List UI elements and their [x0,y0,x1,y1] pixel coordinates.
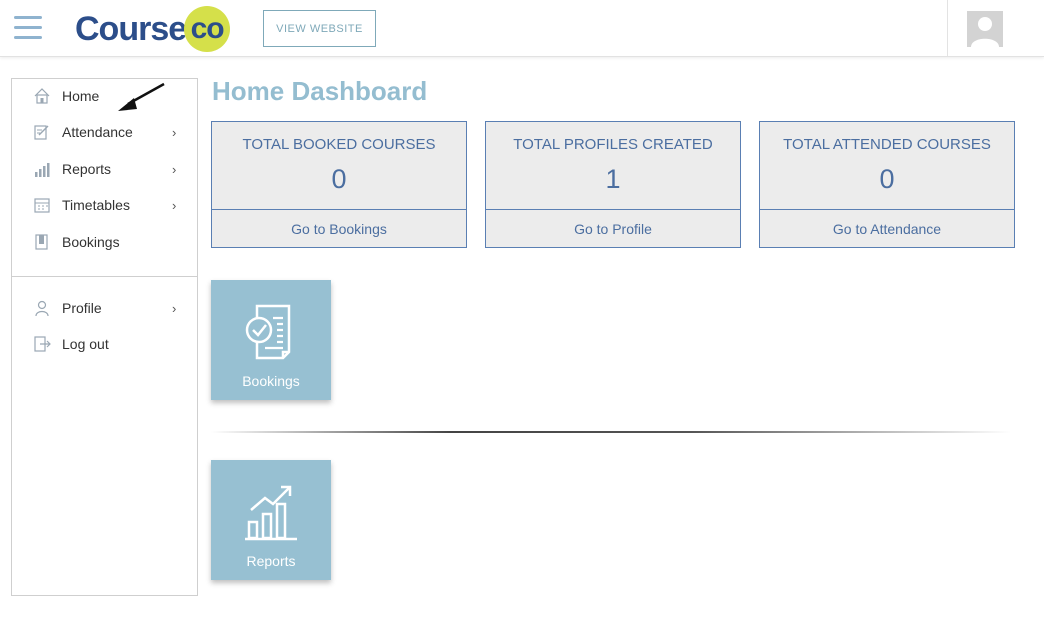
reports-icon [35,163,50,177]
top-header: Course co VIEW WEBSITE [0,0,1044,57]
go-to-profile-link[interactable]: Go to Profile [486,210,740,247]
tile-label: Bookings [242,373,300,389]
stat-card-attended-courses: TOTAL ATTENDED COURSES 0 Go to Attendanc… [759,121,1015,248]
stat-card-profiles-created: TOTAL PROFILES CREATED 1 Go to Profile [485,121,741,248]
sidebar-item-profile[interactable]: Profile › [12,293,197,323]
sidebar-item-timetables[interactable]: Timetables › [12,190,197,220]
stat-value: 1 [605,164,621,194]
sidebar-item-reports[interactable]: Reports › [12,154,197,184]
bookings-icon [35,234,48,250]
sidebar-item-label: Log out [62,336,109,352]
chevron-right-icon: › [172,124,177,140]
logo-text: Course [75,9,187,48]
reports-tile[interactable]: Reports [211,460,331,580]
sidebar-item-label: Home [62,88,100,104]
reports-chart-icon [245,485,297,541]
sidebar-item-label: Reports [62,161,112,177]
bookings-tile[interactable]: Bookings [211,280,331,400]
go-to-bookings-link[interactable]: Go to Bookings [212,210,466,247]
sidebar-item-bookings[interactable]: Bookings [12,227,197,257]
chevron-right-icon: › [172,300,177,316]
section-divider [211,431,1011,433]
home-icon [34,88,50,104]
bookings-document-icon [245,304,291,360]
sidebar-item-label: Bookings [62,234,120,250]
timetables-icon [34,198,50,213]
hamburger-menu-icon[interactable] [14,16,42,40]
stat-value: 0 [879,164,895,194]
chevron-right-icon: › [172,197,177,213]
sidebar-item-label: Profile [62,300,102,316]
stat-title: TOTAL BOOKED COURSES [242,136,436,153]
header-divider [947,0,948,56]
profile-icon [35,300,49,317]
sidebar-item-logout[interactable]: Log out [12,329,197,359]
attendance-icon [34,125,49,140]
stat-value: 0 [331,164,347,194]
sidebar: Home Attendance › Reports › Timetables › [11,78,198,596]
sidebar-item-label: Timetables [62,197,130,213]
chevron-right-icon: › [172,161,177,177]
page-title: Home Dashboard [212,76,428,106]
user-avatar-icon [967,11,1003,47]
tile-label: Reports [246,553,296,569]
logout-icon [34,336,51,352]
sidebar-item-attendance[interactable]: Attendance › [12,117,197,147]
stat-card-booked-courses: TOTAL BOOKED COURSES 0 Go to Bookings [211,121,467,248]
stat-title: TOTAL ATTENDED COURSES [783,136,991,153]
go-to-attendance-link[interactable]: Go to Attendance [760,210,1014,247]
stat-title: TOTAL PROFILES CREATED [513,136,713,153]
view-website-button[interactable]: VIEW WEBSITE [263,10,376,47]
annotation-arrow-icon [118,82,165,111]
avatar[interactable] [967,11,1003,47]
sidebar-divider [12,276,197,277]
sidebar-item-label: Attendance [62,124,133,140]
course-co-logo[interactable]: Course co [75,6,231,52]
logo-badge: co [184,6,231,52]
